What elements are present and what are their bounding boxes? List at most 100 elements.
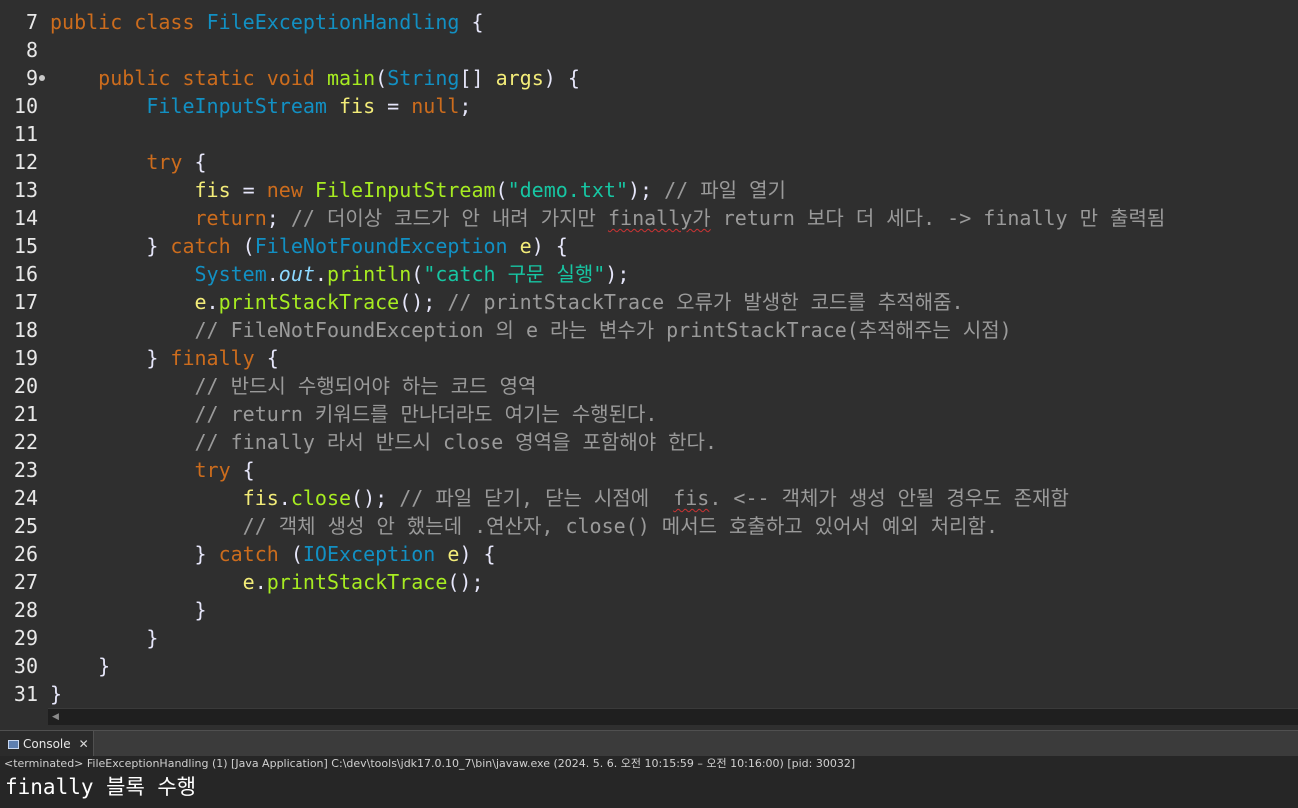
code-token: { bbox=[230, 458, 255, 482]
code-line[interactable]: 10 FileInputStream fis = null; bbox=[0, 92, 1298, 120]
code-token: { bbox=[459, 10, 484, 34]
code-token: } bbox=[50, 598, 207, 622]
code-line[interactable]: 11 bbox=[0, 120, 1298, 148]
line-number: 11 bbox=[13, 122, 38, 146]
code-text: } bbox=[50, 596, 207, 624]
code-text: } catch (FileNotFoundException e) { bbox=[50, 232, 568, 260]
line-number: 12 bbox=[13, 150, 38, 174]
code-token: { bbox=[182, 150, 207, 174]
code-text: fis.close(); // 파일 닫기, 닫는 시점에 fis. <-- 객… bbox=[50, 484, 1069, 512]
code-token: args bbox=[495, 66, 544, 90]
line-number: 24 bbox=[13, 486, 38, 510]
code-line[interactable]: 18 // FileNotFoundException 의 e 라는 변수가 p… bbox=[0, 316, 1298, 344]
code-text: try { bbox=[50, 148, 207, 176]
console-output: finally 블록 수행 bbox=[0, 772, 1298, 808]
code-token: FileInputStream bbox=[314, 178, 496, 202]
code-token: finally bbox=[170, 346, 255, 370]
code-text: // FileNotFoundException 의 e 라는 변수가 prin… bbox=[50, 316, 1012, 344]
code-line[interactable]: 15 } catch (FileNotFoundException e) { bbox=[0, 232, 1298, 260]
code-token: fis bbox=[339, 94, 376, 118]
code-line[interactable]: 25 // 객체 생성 안 했는데 .연산자, close() 메서드 호출하고… bbox=[0, 512, 1298, 540]
code-line[interactable]: 19 } finally { bbox=[0, 344, 1298, 372]
code-token: // 객체 생성 안 했는데 .연산자, close() 메서드 호출하고 있어… bbox=[242, 514, 998, 538]
close-icon[interactable]: ✕ bbox=[79, 737, 89, 751]
line-number: 28 bbox=[13, 598, 38, 622]
code-text: } bbox=[50, 680, 62, 708]
code-line[interactable]: 7 public class FileExceptionHandling { bbox=[0, 8, 1298, 36]
code-line[interactable]: 24 fis.close(); // 파일 닫기, 닫는 시점에 fis. <-… bbox=[0, 484, 1298, 512]
code-line[interactable]: 23 try { bbox=[0, 456, 1298, 484]
line-number: 20 bbox=[13, 374, 38, 398]
code-token: ); bbox=[605, 262, 630, 286]
code-token: = bbox=[230, 178, 267, 202]
code-line[interactable]: 16 System.out.println("catch 구문 실행"); bbox=[0, 260, 1298, 288]
code-text: public static void main(String[] args) { bbox=[50, 64, 580, 92]
code-token: void bbox=[266, 66, 315, 90]
console-status: <terminated> FileExceptionHandling (1) [… bbox=[0, 756, 1298, 772]
code-line[interactable]: 14 return; // 더이상 코드가 안 내려 가지만 finally가 … bbox=[0, 204, 1298, 232]
code-line[interactable]: 27 e.printStackTrace(); bbox=[0, 568, 1298, 596]
code-editor[interactable]: 7 public class FileExceptionHandling {8 9 … bbox=[0, 0, 1298, 708]
code-token: } bbox=[50, 682, 63, 706]
line-number: 29 bbox=[13, 626, 38, 650]
code-token: String bbox=[387, 66, 460, 90]
code-token: FileExceptionHandling bbox=[206, 10, 460, 34]
code-line[interactable]: 30 } bbox=[0, 652, 1298, 680]
code-token: . bbox=[254, 570, 267, 594]
code-token: println bbox=[326, 262, 412, 286]
tab-console[interactable]: Console ✕ bbox=[0, 731, 94, 757]
code-token: // finally 라서 반드시 close 영역을 포함해야 한다. bbox=[194, 430, 718, 454]
code-token: null bbox=[411, 94, 460, 118]
code-token: . bbox=[206, 290, 219, 314]
code-line[interactable]: 26 } catch (IOException e) { bbox=[0, 540, 1298, 568]
scroll-left-icon[interactable]: ◀ bbox=[52, 712, 59, 722]
code-text: try { bbox=[50, 456, 255, 484]
code-token: finally가 bbox=[607, 206, 711, 230]
code-line[interactable]: 28 } bbox=[0, 596, 1298, 624]
code-line[interactable]: 29 } bbox=[0, 624, 1298, 652]
code-token: { bbox=[254, 346, 279, 370]
code-token: ) { bbox=[459, 542, 496, 566]
code-line[interactable]: 13 fis = new FileInputStream("demo.txt")… bbox=[0, 176, 1298, 204]
code-line[interactable]: 17 e.printStackTrace(); // printStackTra… bbox=[0, 288, 1298, 316]
code-token: // 파일 열기 bbox=[664, 178, 786, 202]
horizontal-scrollbar[interactable]: ◀ bbox=[48, 708, 1298, 725]
code-line[interactable]: 8 bbox=[0, 36, 1298, 64]
line-number: 31 bbox=[13, 682, 38, 706]
code-line[interactable]: 20 // 반드시 수행되어야 하는 코드 영역 bbox=[0, 372, 1298, 400]
code-token: printStackTrace bbox=[218, 290, 400, 314]
code-line[interactable]: 12 try { bbox=[0, 148, 1298, 176]
code-token: catch bbox=[170, 234, 231, 258]
code-line[interactable]: 21 // return 키워드를 만나더라도 여기는 수행된다. bbox=[0, 400, 1298, 428]
line-number: 8 bbox=[25, 38, 38, 62]
code-line[interactable]: 31} bbox=[0, 680, 1298, 708]
code-text: } bbox=[50, 624, 158, 652]
code-line[interactable]: 9 public static void main(String[] args)… bbox=[0, 64, 1298, 92]
code-line[interactable]: 22 // finally 라서 반드시 close 영역을 포함해야 한다. bbox=[0, 428, 1298, 456]
code-token: fis bbox=[242, 486, 279, 510]
code-token: } bbox=[50, 542, 219, 566]
line-number: 14 bbox=[13, 206, 38, 230]
fold-marker-icon[interactable] bbox=[39, 75, 45, 81]
code-token: . <-- 객체가 생성 안될 경우도 존재함 bbox=[709, 486, 1069, 510]
code-text: System.out.println("catch 구문 실행"); bbox=[50, 260, 630, 288]
line-number: 25 bbox=[13, 514, 38, 538]
code-token: ); bbox=[628, 178, 665, 202]
code-token: // 더이상 코드가 안 내려 가지만 bbox=[290, 206, 608, 230]
line-number: 19 bbox=[13, 346, 38, 370]
code-token: "catch 구문 실행" bbox=[423, 262, 606, 286]
code-token: // 반드시 수행되어야 하는 코드 영역 bbox=[194, 374, 537, 398]
